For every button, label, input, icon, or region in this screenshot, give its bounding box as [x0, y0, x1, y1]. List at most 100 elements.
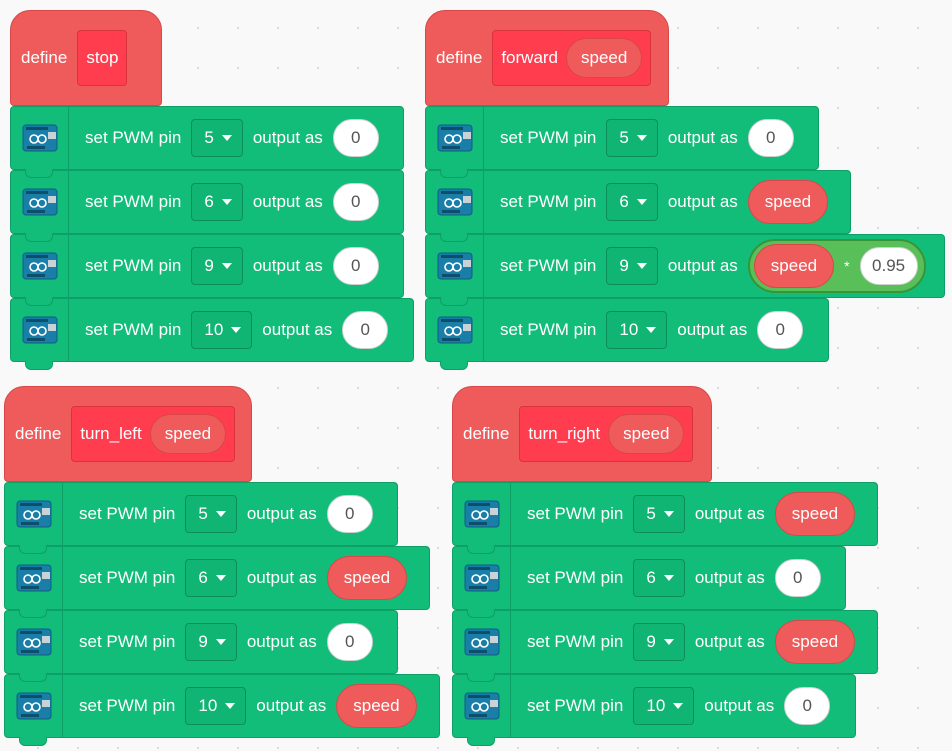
block-label: set PWM pin: [85, 128, 182, 147]
procedure-prototype[interactable]: turn_right speed: [519, 406, 694, 462]
set-pwm-pin-block[interactable]: set PWM pin 6 output as speed: [425, 170, 851, 242]
define-label: define: [15, 424, 62, 443]
speed-reporter[interactable]: speed: [753, 244, 835, 288]
number-input[interactable]: 0: [326, 495, 373, 533]
arduino-board-icon: [5, 547, 63, 609]
set-pwm-pin-block[interactable]: set PWM pin 9 output as 0: [4, 610, 398, 682]
procedure-prototype[interactable]: stop: [77, 30, 128, 86]
number-input[interactable]: 0: [326, 623, 373, 661]
pin-dropdown[interactable]: 6: [606, 183, 658, 221]
pin-dropdown[interactable]: 10: [606, 311, 668, 349]
set-pwm-pin-block[interactable]: set PWM pin 5 output as 0: [4, 482, 398, 554]
arduino-board-icon: [5, 675, 63, 737]
output-label: output as: [262, 320, 333, 339]
output-label: output as: [246, 632, 317, 651]
set-pwm-pin-block[interactable]: set PWM pin 6 output as 0: [452, 546, 846, 618]
number-input[interactable]: 0: [332, 119, 379, 157]
caret-down-icon: [636, 263, 647, 269]
set-pwm-pin-block[interactable]: set PWM pin 10 output as speed: [4, 674, 440, 746]
argument-speed[interactable]: speed: [149, 414, 227, 454]
script-forward[interactable]: define forward speed set PWM pin 5 output as 0…: [425, 10, 945, 370]
number-input[interactable]: 0: [784, 687, 831, 725]
block-label: set PWM pin: [500, 256, 597, 275]
set-pwm-pin-block[interactable]: set PWM pin 9 output as speed * 0.95: [425, 234, 945, 306]
speed-reporter[interactable]: speed: [326, 556, 408, 600]
arduino-board-icon: [426, 171, 484, 233]
set-pwm-pin-block[interactable]: set PWM pin 10 output as 0: [452, 674, 856, 746]
define-label: define: [463, 424, 510, 443]
script-turn-left[interactable]: define turn_left speed set PWM pin 5 output a…: [4, 386, 440, 746]
caret-down-icon: [636, 135, 647, 141]
multiply-operator-block[interactable]: speed * 0.95: [747, 239, 926, 293]
arduino-board-icon: [5, 483, 63, 545]
arduino-board-icon: [11, 299, 69, 361]
define-hat-block[interactable]: define turn_right speed: [452, 386, 712, 482]
number-input[interactable]: 0: [774, 559, 821, 597]
script-turn-right[interactable]: define turn_right speed set PWM pin 5 output …: [452, 386, 878, 746]
number-input[interactable]: 0: [332, 247, 379, 285]
pin-value: 10: [619, 320, 639, 339]
speed-reporter[interactable]: speed: [336, 684, 417, 728]
define-hat-block[interactable]: define stop: [10, 10, 162, 106]
pin-dropdown[interactable]: 5: [185, 495, 237, 533]
set-pwm-pin-block[interactable]: set PWM pin 5 output as 0: [10, 106, 404, 178]
block-label: set PWM pin: [500, 192, 597, 211]
pin-value: 5: [619, 128, 629, 147]
caret-down-icon: [663, 575, 674, 581]
pin-dropdown[interactable]: 6: [191, 183, 243, 221]
arduino-board-icon: [426, 107, 484, 169]
pin-dropdown[interactable]: 9: [191, 247, 243, 285]
pin-dropdown[interactable]: 10: [191, 311, 253, 349]
set-pwm-pin-block[interactable]: set PWM pin 9 output as 0: [10, 234, 404, 306]
set-pwm-pin-block[interactable]: set PWM pin 5 output as speed: [452, 482, 878, 554]
argument-speed[interactable]: speed: [566, 38, 643, 78]
pin-dropdown[interactable]: 5: [606, 119, 658, 157]
pin-dropdown[interactable]: 10: [633, 687, 695, 725]
caret-down-icon: [221, 199, 232, 205]
procedure-prototype[interactable]: turn_left speed: [71, 406, 236, 462]
output-label: output as: [694, 504, 765, 523]
block-label: set PWM pin: [500, 128, 597, 147]
caret-down-icon: [663, 511, 674, 517]
caret-down-icon: [215, 639, 226, 645]
speed-reporter[interactable]: speed: [747, 180, 829, 224]
number-input[interactable]: 0.95: [859, 247, 918, 285]
pin-dropdown[interactable]: 6: [633, 559, 685, 597]
set-pwm-pin-block[interactable]: set PWM pin 6 output as speed: [4, 546, 430, 618]
block-label: set PWM pin: [79, 504, 176, 523]
set-pwm-pin-block[interactable]: set PWM pin 10 output as 0: [10, 298, 414, 370]
set-pwm-pin-block[interactable]: set PWM pin 5 output as 0: [425, 106, 819, 178]
define-hat-block[interactable]: define forward speed: [425, 10, 669, 106]
arduino-board-icon: [453, 547, 511, 609]
pin-value: 10: [204, 320, 224, 339]
pin-dropdown[interactable]: 5: [633, 495, 685, 533]
pin-dropdown[interactable]: 6: [185, 559, 237, 597]
pin-dropdown[interactable]: 9: [185, 623, 237, 661]
pin-dropdown[interactable]: 10: [185, 687, 247, 725]
set-pwm-pin-block[interactable]: set PWM pin 6 output as 0: [10, 170, 404, 242]
caret-down-icon: [215, 575, 226, 581]
set-pwm-pin-block[interactable]: set PWM pin 10 output as 0: [425, 298, 829, 370]
output-label: output as: [704, 696, 775, 715]
pin-dropdown[interactable]: 5: [191, 119, 243, 157]
argument-speed[interactable]: speed: [608, 414, 685, 454]
pin-dropdown[interactable]: 9: [606, 247, 658, 285]
output-label: output as: [252, 256, 323, 275]
speed-reporter[interactable]: speed: [774, 492, 856, 536]
speed-reporter[interactable]: speed: [774, 620, 856, 664]
define-hat-block[interactable]: define turn_left speed: [4, 386, 252, 482]
procedure-prototype[interactable]: forward speed: [492, 30, 652, 86]
output-label: output as: [246, 568, 317, 587]
pin-dropdown[interactable]: 9: [633, 623, 685, 661]
number-input[interactable]: 0: [757, 311, 804, 349]
block-label: set PWM pin: [79, 632, 176, 651]
script-stop[interactable]: define stop set PWM pin 5 output as 0 set PWM …: [10, 10, 414, 370]
block-label: set PWM pin: [85, 192, 182, 211]
caret-down-icon: [646, 327, 657, 333]
number-input[interactable]: 0: [342, 311, 389, 349]
number-input[interactable]: 0: [747, 119, 794, 157]
number-input[interactable]: 0: [332, 183, 379, 221]
output-label: output as: [694, 632, 765, 651]
procedure-name: turn_left: [80, 424, 142, 443]
set-pwm-pin-block[interactable]: set PWM pin 9 output as speed: [452, 610, 878, 682]
